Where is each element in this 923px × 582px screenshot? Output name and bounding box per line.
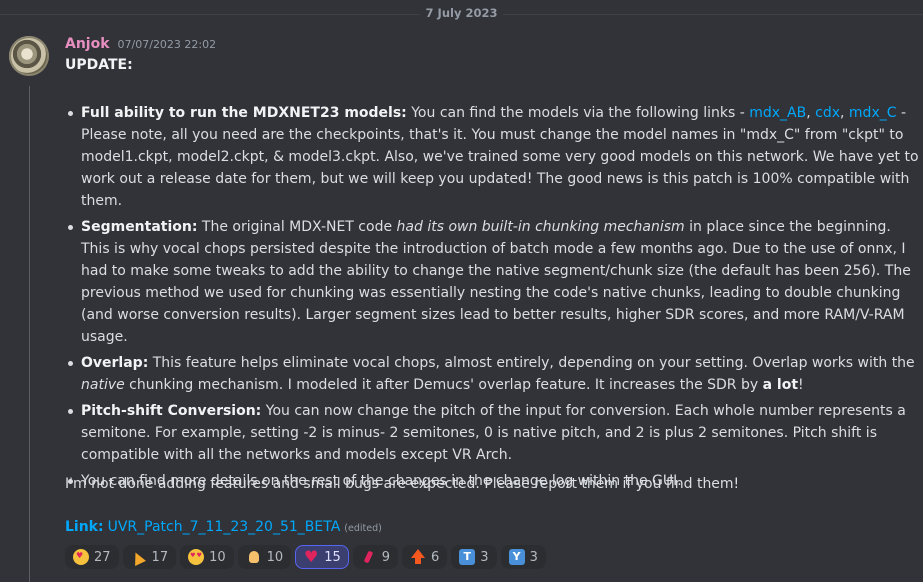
reaction-red-heart[interactable]: ♥ 15 <box>295 545 349 569</box>
patch-link[interactable]: UVR_Patch_7_11_23_20_51_BETA <box>108 519 341 535</box>
up-arrow-icon <box>410 549 426 565</box>
list-item: Full ability to run the MDXNET23 models:… <box>68 102 920 212</box>
cdx-link[interactable]: cdx <box>815 105 840 121</box>
link-line: Link: UVR_Patch_7_11_23_20_51_BETA (edit… <box>65 519 382 535</box>
bullet-title: Segmentation: <box>81 219 198 235</box>
reaction-raised-hands[interactable]: 10 <box>237 545 292 569</box>
bullet-title: Full ability to run the MDXNET23 models: <box>81 105 407 121</box>
bullet-title: Pitch-shift Conversion: <box>81 403 262 419</box>
username[interactable]: Anjok <box>65 36 110 52</box>
reaction-smiling-hearts[interactable]: 27 <box>65 545 119 569</box>
message-content: Full ability to run the MDXNET23 models:… <box>65 102 920 496</box>
edited-indicator: (edited) <box>344 523 382 534</box>
list-item: Segmentation: The original MDX-NET code … <box>68 216 920 348</box>
reaction-letter-y[interactable]: Y 3 <box>500 545 546 569</box>
date-divider: 7 July 2023 <box>419 6 504 20</box>
party-popper-icon <box>131 549 147 565</box>
reaction-party[interactable]: 17 <box>122 545 177 569</box>
reaction-letter-t[interactable]: T 3 <box>451 545 497 569</box>
reply-thread-line <box>29 86 30 582</box>
smiling-face-with-hearts-icon <box>73 549 89 565</box>
reaction-up-arrow[interactable]: 6 <box>402 545 448 569</box>
timestamp[interactable]: 07/07/2023 22:02 <box>118 38 217 51</box>
update-title: UPDATE: <box>65 57 133 73</box>
letter-t-icon: T <box>459 549 476 565</box>
reaction-confetti[interactable]: 9 <box>352 545 399 569</box>
list-item: Pitch-shift Conversion: You can now chan… <box>68 400 920 466</box>
letter-y-icon: Y <box>508 549 525 565</box>
raised-hands-icon <box>246 549 262 565</box>
mdx-ab-link[interactable]: mdx_AB <box>749 105 806 121</box>
reactions-bar: 27 17 10 10 ♥ 15 9 6 T 3 Y 3 <box>65 545 546 569</box>
reaction-heart-eyes[interactable]: 10 <box>180 545 234 569</box>
mdx-c-link[interactable]: mdx_C <box>849 105 897 121</box>
avatar[interactable] <box>9 36 49 76</box>
confetti-icon <box>361 549 377 565</box>
link-label: Link: <box>65 519 104 535</box>
bullet-title: Overlap: <box>81 355 149 371</box>
red-heart-icon: ♥ <box>304 547 319 566</box>
message-header: Anjok 07/07/2023 22:02 <box>65 36 216 52</box>
heart-eyes-icon <box>188 549 205 565</box>
list-item: Overlap: This feature helps eliminate vo… <box>68 352 920 396</box>
closing-text: I'm not done adding features and small b… <box>65 476 740 492</box>
